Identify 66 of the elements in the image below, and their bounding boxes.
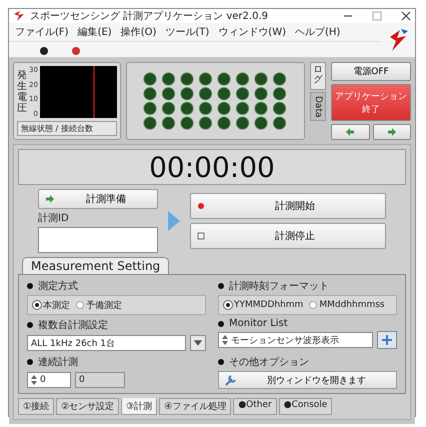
setting-label: Monitor List: [229, 318, 288, 329]
tab[interactable]: ②センサ設定: [56, 398, 120, 415]
bullet-icon: [27, 322, 33, 328]
radio-button[interactable]: [309, 301, 318, 309]
bullet-icon: [218, 359, 224, 365]
tab[interactable]: ●Other: [233, 398, 277, 415]
radio-label: MMddhhmmss: [319, 300, 385, 310]
bullet-icon: [27, 359, 33, 365]
menu-item[interactable]: ツール(T): [165, 25, 210, 39]
radio-label: 予備測定: [86, 300, 122, 312]
stop-button[interactable]: 計測停止: [190, 223, 386, 249]
radio-button[interactable]: [76, 301, 84, 309]
id-field[interactable]: [38, 227, 158, 253]
side-tab[interactable]: ログ: [310, 62, 326, 90]
plus-icon: [382, 335, 392, 345]
setting-label: 計測時刻フォーマット: [229, 280, 329, 293]
tab[interactable]: ③計測: [121, 398, 158, 415]
caret-icon[interactable]: [190, 335, 206, 351]
add-button[interactable]: [377, 331, 397, 349]
stop-icon: [197, 232, 205, 240]
status-field: 無線状態 / 接続台数: [17, 121, 117, 136]
bullet-icon: [218, 283, 224, 289]
previous-button[interactable]: [331, 124, 370, 140]
menu-item[interactable]: ファイル(F): [15, 25, 69, 39]
prepare-button[interactable]: 計測準備: [38, 189, 158, 209]
power-off-button[interactable]: 電源OFF: [331, 62, 411, 81]
spinner-icon[interactable]: [222, 334, 228, 346]
tab[interactable]: ●Console: [278, 398, 332, 415]
right-arrow-icon: [386, 127, 397, 137]
menu-item[interactable]: 編集(E): [78, 25, 112, 39]
menu-item[interactable]: ウィンドウ(W): [218, 25, 286, 39]
field-label: 計測ID: [38, 212, 70, 225]
window-title: スポーツセンシング 計測アプリケーション ver2.0.9: [30, 10, 269, 23]
play-icon: [168, 211, 180, 231]
record-icon[interactable]: [71, 46, 81, 56]
side-tab[interactable]: Data: [310, 92, 326, 122]
close-icon[interactable]: [401, 11, 411, 21]
radio-label: YYMMDDhhmm: [234, 300, 304, 310]
next-button[interactable]: [372, 124, 411, 140]
axis-label: 発生電圧: [17, 70, 27, 114]
monitor-field[interactable]: モーションセンサ波形表示: [218, 332, 373, 348]
setting-label: 連続計測: [38, 356, 78, 369]
setting-label: 複数台計測設定: [38, 318, 108, 332]
open-window-button[interactable]: 別ウィンドウを開きます: [218, 371, 397, 389]
setting-label: 測定方式: [38, 280, 78, 293]
readonly-field: 0: [75, 372, 125, 388]
group-title: Measurement Setting: [22, 257, 170, 274]
radio-label: 本測定: [43, 300, 70, 312]
count-field[interactable]: 0: [27, 372, 71, 388]
tab[interactable]: ①接続: [18, 398, 54, 415]
timer-display: 00:00:00: [18, 149, 406, 185]
bullet-icon: [27, 283, 33, 289]
tab[interactable]: ④ファイル処理: [159, 398, 232, 415]
connect-icon[interactable]: [39, 46, 49, 56]
arrow-icon: [45, 195, 55, 203]
record-icon: [197, 202, 205, 210]
spinner-icon[interactable]: [31, 374, 37, 386]
bullet-icon: [218, 320, 224, 326]
left-arrow-icon: [345, 127, 356, 137]
menu-item[interactable]: 操作(O): [120, 25, 156, 39]
setting-label: その他オプション: [229, 356, 309, 369]
wrench-icon: [225, 374, 237, 386]
exit-button[interactable]: アプリケーション終了: [331, 84, 411, 121]
start-button[interactable]: 計測開始: [190, 193, 386, 219]
menu-item[interactable]: ヘルプ(H): [295, 25, 340, 39]
dropdown[interactable]: ALL 1kHz 26ch 1台: [27, 335, 186, 351]
